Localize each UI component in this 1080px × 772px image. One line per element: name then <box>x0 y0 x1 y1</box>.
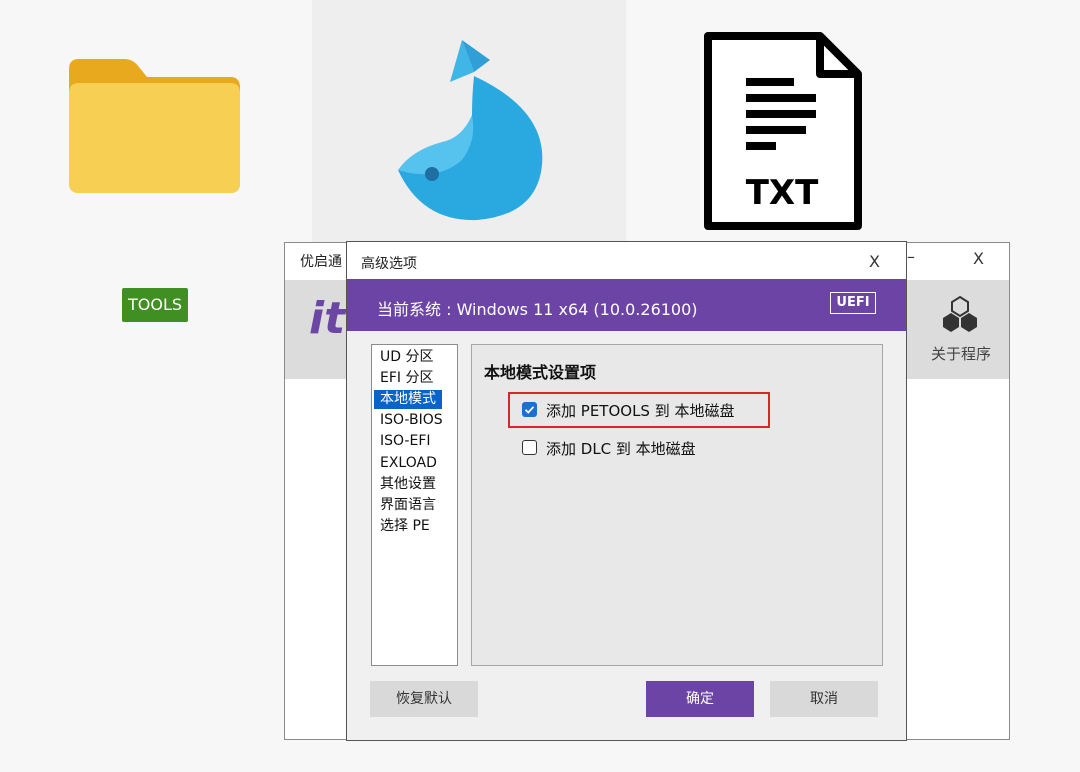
minimize-button[interactable]: – <box>907 247 915 266</box>
checkmark-icon <box>524 406 535 414</box>
dialog-title: 高级选项 <box>361 256 417 272</box>
dialog-close-button[interactable]: X <box>869 252 880 271</box>
fish-app-icon <box>398 40 543 221</box>
nav-item-iso-efi[interactable]: ISO-EFI <box>377 432 434 451</box>
fish-app-tile[interactable] <box>312 0 626 242</box>
uefi-badge: UEFI <box>830 292 876 314</box>
nav-item-exload[interactable]: EXLOAD <box>377 454 440 473</box>
app-logo: it <box>309 293 346 344</box>
txt-icon-text: TXT <box>746 173 819 213</box>
nav-item-local-mode[interactable]: 本地模式 <box>374 390 442 409</box>
txt-file-icon[interactable]: TXT <box>702 30 864 232</box>
restore-defaults-button[interactable]: 恢复默认 <box>370 681 478 717</box>
main-window-title: 优启通 <box>300 254 342 270</box>
ok-button[interactable]: 确定 <box>646 681 754 717</box>
nav-item-ud-partition[interactable]: UD 分区 <box>377 348 436 367</box>
petools-option-label[interactable]: 添加 PETOOLS 到 本地磁盘 <box>546 400 734 421</box>
nav-item-ui-language[interactable]: 界面语言 <box>377 496 439 515</box>
dialog-header: 当前系统 : Windows 11 x64 (10.0.26100) UEFI <box>347 279 906 331</box>
dlc-checkbox[interactable] <box>522 440 537 455</box>
nav-item-select-pe[interactable]: 选择 PE <box>377 517 433 536</box>
about-icon[interactable] <box>940 295 980 333</box>
folder-icon[interactable] <box>67 57 242 195</box>
nav-item-efi-partition[interactable]: EFI 分区 <box>377 369 436 388</box>
advanced-options-dialog: 高级选项 X 当前系统 : Windows 11 x64 (10.0.26100… <box>346 241 907 741</box>
about-program-label[interactable]: 关于程序 <box>931 343 991 364</box>
settings-panel: 本地模式设置项 添加 PETOOLS 到 本地磁盘 添加 DLC 到 本地磁盘 <box>471 344 883 666</box>
cancel-button[interactable]: 取消 <box>770 681 878 717</box>
panel-title: 本地模式设置项 <box>484 363 597 382</box>
close-button[interactable]: X <box>973 249 984 268</box>
settings-nav-list: UD 分区 EFI 分区 本地模式 ISO-BIOS ISO-EFI EXLOA… <box>371 344 458 666</box>
dialog-titlebar: 高级选项 X <box>347 242 906 279</box>
nav-item-iso-bios[interactable]: ISO-BIOS <box>377 411 446 430</box>
nav-item-other-settings[interactable]: 其他设置 <box>377 475 439 494</box>
petools-checkbox[interactable] <box>522 402 537 417</box>
system-info: 当前系统 : Windows 11 x64 (10.0.26100) <box>377 300 698 319</box>
dlc-option-label[interactable]: 添加 DLC 到 本地磁盘 <box>546 438 696 459</box>
tools-folder-label[interactable]: TOOLS <box>122 288 188 322</box>
